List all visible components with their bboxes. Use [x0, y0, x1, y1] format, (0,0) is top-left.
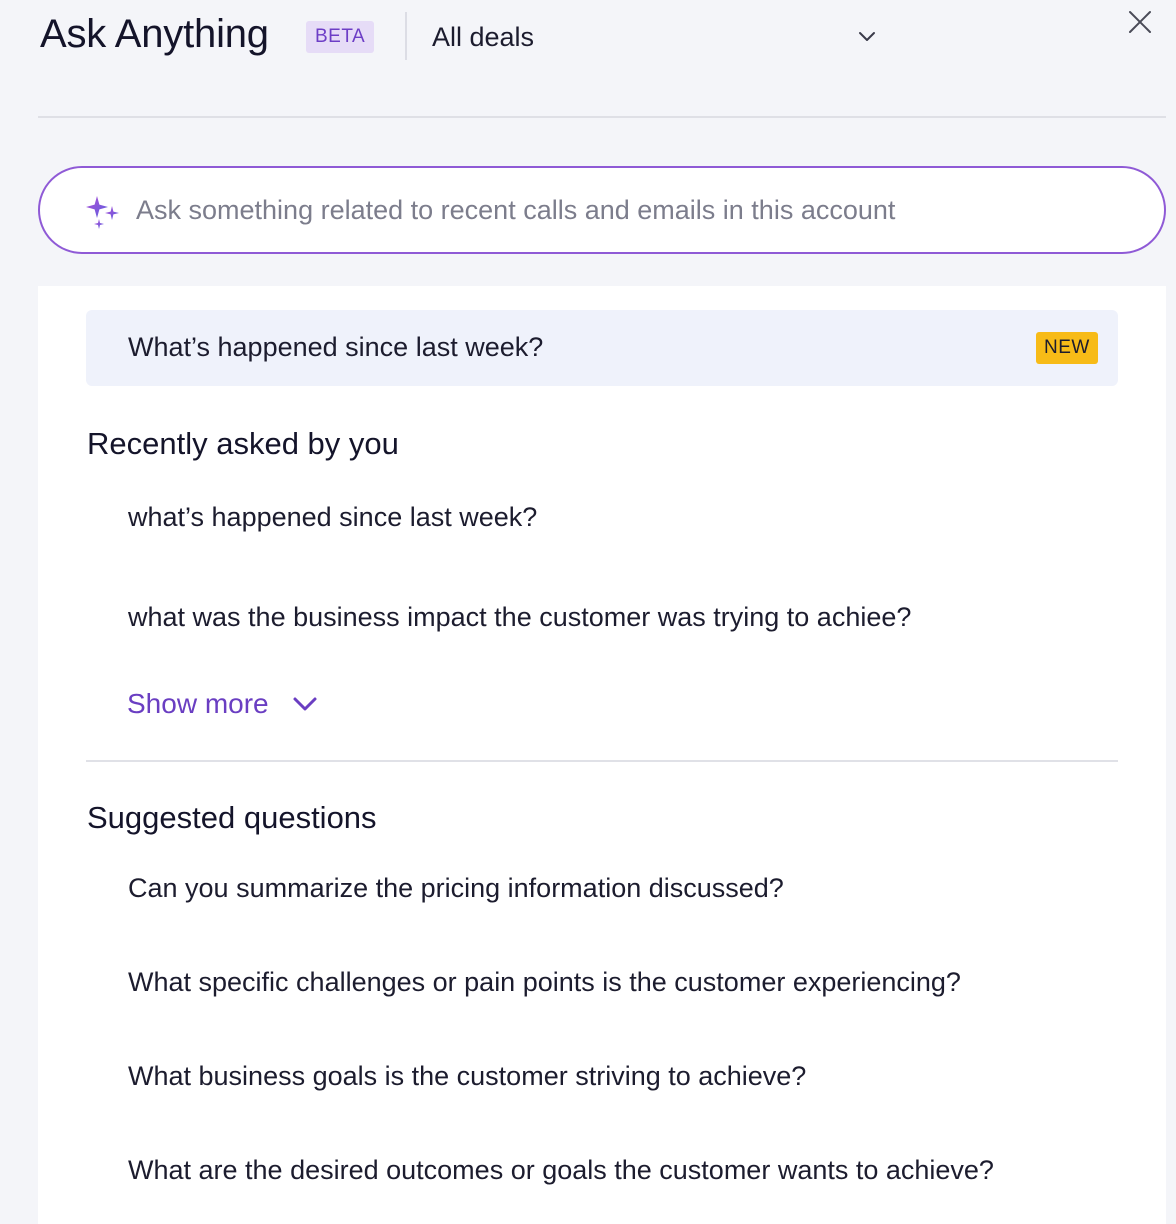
show-more-label: Show more	[127, 688, 269, 719]
recent-question-item[interactable]: what was the business impact the custome…	[128, 602, 911, 633]
recent-question-item[interactable]: what’s happened since last week?	[128, 502, 537, 533]
close-icon[interactable]	[1124, 6, 1156, 38]
suggested-question-item[interactable]: What are the desired outcomes or goals t…	[128, 1155, 994, 1186]
section-divider	[86, 760, 1118, 762]
chevron-down-icon	[293, 697, 317, 711]
suggested-question-item[interactable]: Can you summarize the pricing informatio…	[128, 873, 784, 904]
header: Ask Anything BETA All deals	[0, 0, 1176, 118]
page-title: Ask Anything	[40, 12, 269, 56]
whats-new-label: What’s happened since last week?	[128, 332, 544, 362]
suggested-question-item[interactable]: What business goals is the customer stri…	[128, 1061, 806, 1092]
chevron-down-icon	[859, 32, 875, 41]
questions-panel: What’s happened since last week? NEW Rec…	[38, 286, 1166, 1224]
suggested-question-item[interactable]: What specific challenges or pain points …	[128, 967, 961, 998]
deal-filter-value: All deals	[432, 22, 535, 52]
new-badge: NEW	[1036, 332, 1098, 364]
whats-new-item[interactable]: What’s happened since last week? NEW	[86, 310, 1118, 386]
deal-filter-dropdown[interactable]: All deals	[424, 14, 882, 60]
header-bottom-divider	[38, 116, 1166, 118]
sparkles-icon	[86, 196, 119, 229]
ask-search-bar[interactable]	[38, 166, 1166, 254]
search-input[interactable]	[136, 188, 1136, 232]
recent-heading: Recently asked by you	[87, 426, 399, 461]
header-divider	[405, 12, 407, 60]
beta-badge: BETA	[306, 21, 375, 53]
suggested-heading: Suggested questions	[87, 800, 377, 835]
